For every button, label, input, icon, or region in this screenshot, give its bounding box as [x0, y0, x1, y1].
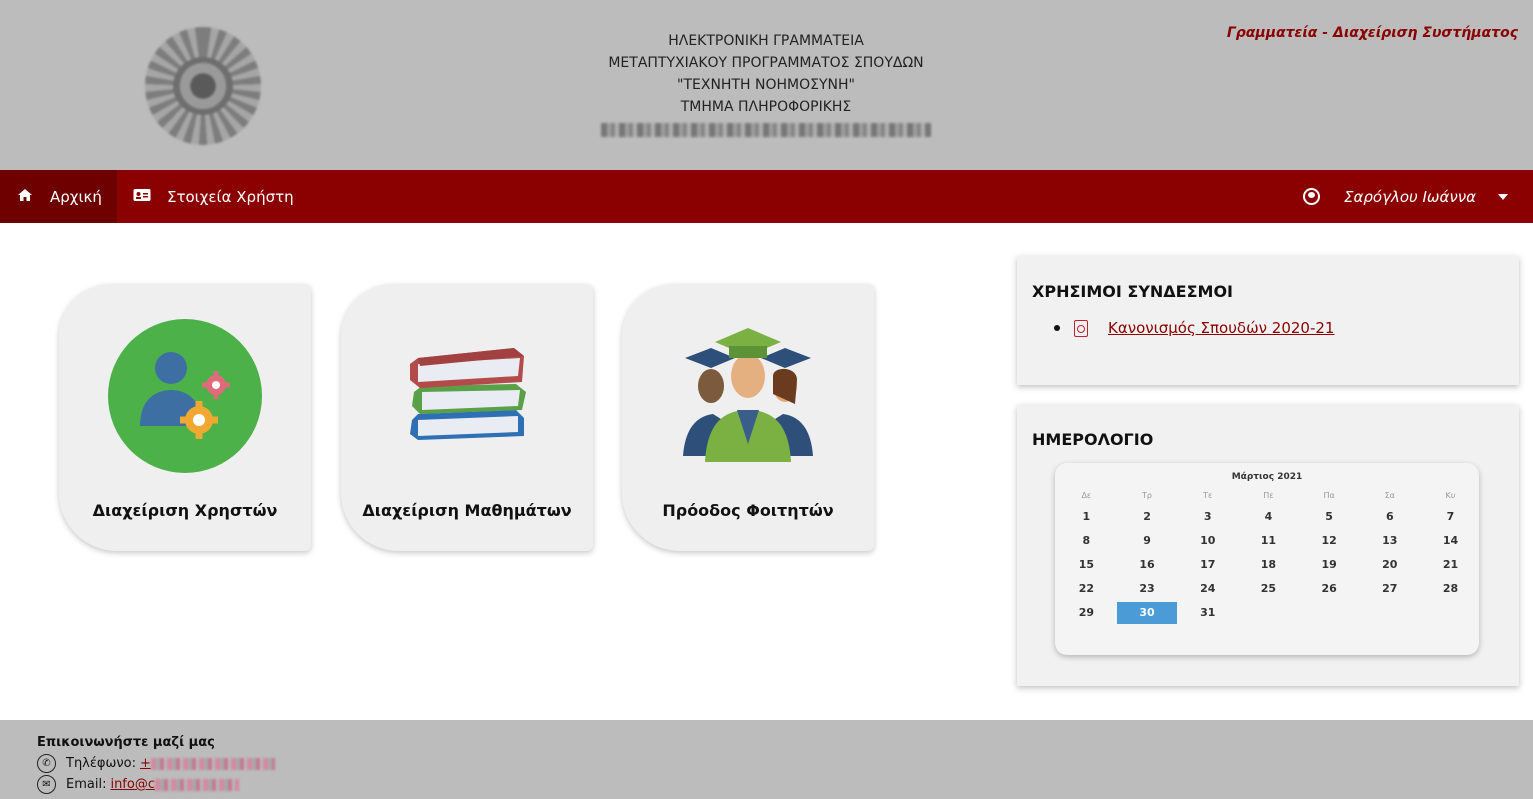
weekday-label: Τε	[1203, 491, 1213, 500]
calendar-week: 29 30 31	[1056, 602, 1481, 624]
email-prefix: info@c	[110, 777, 155, 792]
calendar-day[interactable]: 24	[1177, 578, 1238, 600]
system-title: Γραμματεία - Διαχείριση Συστήματος	[1226, 25, 1518, 41]
calendar-day[interactable]: 13	[1359, 530, 1420, 552]
calendar-day[interactable]: 15	[1056, 554, 1117, 576]
calendar-day[interactable]: 5	[1299, 506, 1360, 528]
nav-home[interactable]: Αρχική	[0, 170, 117, 223]
envelope-icon: ✉	[37, 775, 56, 794]
weekday-label: Κυ	[1445, 491, 1456, 500]
home-icon	[16, 188, 34, 206]
calendar-day[interactable]: 23	[1117, 578, 1178, 600]
calendar-day[interactable]: 10	[1177, 530, 1238, 552]
card-student-progress[interactable]: Πρόοδος Φοιτητών	[622, 284, 874, 551]
phone-link[interactable]: +	[140, 756, 275, 771]
weekday-label: Σα	[1384, 491, 1395, 500]
card-label: Διαχείριση Μαθημάτων	[362, 501, 572, 520]
calendar-day[interactable]: 9	[1117, 530, 1178, 552]
books-icon	[410, 348, 526, 440]
calendar-month: Μάρτιος 2021	[1231, 472, 1303, 482]
header-line-5-redacted	[566, 118, 966, 144]
calendar-day[interactable]: 30	[1116, 602, 1178, 624]
weekday-label: Πε	[1263, 491, 1274, 500]
calendar-week: 8 9 10 11 12 13 14	[1056, 530, 1481, 552]
calendar-day[interactable]: 25	[1238, 578, 1299, 600]
email-label: Email:	[66, 777, 107, 792]
calendar-widget: Μάρτιος 2021 Δε Τρ Τε Πε Πα Σα Κυ 1 2 3 4 5 6 7 8 9 10 1…	[1055, 463, 1479, 655]
weekday-label: Δε	[1081, 491, 1092, 500]
phone-prefix: +	[139, 756, 151, 771]
calendar-week: 15 16 17 18 19 20 21	[1056, 554, 1481, 576]
calendar-day[interactable]: 11	[1238, 530, 1299, 552]
calendar-day[interactable]: 17	[1177, 554, 1238, 576]
calendar-empty-cell	[1238, 602, 1299, 624]
nav-home-label: Αρχική	[50, 187, 102, 206]
calendar-day[interactable]: 27	[1359, 578, 1420, 600]
pdf-file-icon	[1074, 319, 1088, 337]
regulation-link[interactable]: Κανονισμός Σπουδών 2020-21	[1108, 319, 1334, 337]
email-link[interactable]: info@c	[110, 777, 239, 792]
user-menu-dropdown[interactable]: Σαρόγλου Ιωάννα	[1303, 170, 1508, 223]
calendar-day[interactable]: 3	[1177, 506, 1238, 528]
calendar-day[interactable]: 21	[1420, 554, 1481, 576]
calendar-week: 22 23 24 25 26 27 28	[1056, 578, 1481, 600]
card-course-management[interactable]: Διαχείριση Μαθημάτων	[341, 284, 593, 551]
calendar-day[interactable]: 18	[1238, 554, 1299, 576]
calendar-empty-cell	[1299, 602, 1360, 624]
phone-row: ✆ Τηλέφωνο: +	[37, 754, 275, 773]
useful-links-panel: ΧΡΗΣΙΜΟΙ ΣΥΝΔΕΣΜΟΙ Κανονισμός Σπουδών 20…	[1017, 256, 1519, 385]
calendar-day[interactable]: 31	[1177, 602, 1238, 624]
calendar-day[interactable]: 14	[1420, 530, 1481, 552]
contact-title: Επικοινωνήστε μαζί μας	[37, 735, 215, 750]
weekday-label: Τρ	[1142, 491, 1153, 500]
bullet	[1054, 325, 1060, 331]
id-card-icon	[133, 188, 151, 206]
calendar-day[interactable]: 8	[1056, 530, 1117, 552]
calendar-day[interactable]: 19	[1299, 554, 1360, 576]
user-settings-icon	[108, 319, 262, 473]
calendar-day[interactable]: 28	[1420, 578, 1481, 600]
university-logo	[145, 27, 261, 145]
email-row: ✉ Email: info@c	[37, 775, 239, 794]
calendar-empty-cell	[1420, 602, 1481, 624]
caret-down-icon	[1498, 193, 1508, 200]
calendar-day[interactable]: 2	[1117, 506, 1178, 528]
header-title-block: ΗΛΕΚΤΡΟΝΙΚΗ ΓΡΑΜΜΑΤΕΙΑ ΜΕΤΑΠΤΥΧΙΑΚΟΥ ΠΡΟ…	[566, 30, 966, 144]
calendar-day[interactable]: 6	[1359, 506, 1420, 528]
site-header: ΗΛΕΚΤΡΟΝΙΚΗ ΓΡΑΜΜΑΤΕΙΑ ΜΕΤΑΠΤΥΧΙΑΚΟΥ ΠΡΟ…	[0, 0, 1533, 170]
calendar-panel: ΗΜΕΡΟΛΟΓΙΟ Μάρτιος 2021 Δε Τρ Τε Πε Πα Σα Κυ 1…	[1017, 405, 1519, 686]
header-line-3: "ΤΕΧΝΗΤΗ ΝΟΗΜΟΣΥΝΗ"	[677, 77, 855, 93]
header-line-1: ΗΛΕΚΤΡΟΝΙΚΗ ΓΡΑΜΜΑΤΕΙΑ	[668, 33, 864, 49]
graduates-icon	[683, 328, 813, 462]
calendar-day[interactable]: 12	[1299, 530, 1360, 552]
nav-user-details[interactable]: Στοιχεία Χρήστη	[117, 170, 294, 223]
list-item: Κανονισμός Σπουδών 2020-21	[1054, 319, 1334, 337]
calendar-day[interactable]: 26	[1299, 578, 1360, 600]
header-line-2: ΜΕΤΑΠΤΥΧΙΑΚΟΥ ΠΡΟΓΡΑΜΜΑΤΟΣ ΣΠΟΥΔΩΝ	[608, 55, 924, 71]
calendar-weekdays: Δε Τρ Τε Πε Πα Σα Κυ	[1056, 491, 1481, 500]
weekday-label: Πα	[1323, 491, 1335, 500]
user-circle-icon	[1303, 188, 1321, 205]
card-label: Διαχείριση Χρηστών	[92, 501, 278, 520]
user-name: Σαρόγλου Ιωάννα	[1344, 187, 1476, 206]
calendar-day[interactable]: 1	[1056, 506, 1117, 528]
calendar-day[interactable]: 29	[1056, 602, 1117, 624]
card-user-management[interactable]: Διαχείριση Χρηστών	[59, 284, 311, 551]
calendar-day[interactable]: 4	[1238, 506, 1299, 528]
useful-links-title: ΧΡΗΣΙΜΟΙ ΣΥΝΔΕΣΜΟΙ	[1032, 282, 1234, 301]
calendar-day[interactable]: 16	[1117, 554, 1178, 576]
calendar-title: ΗΜΕΡΟΛΟΓΙΟ	[1032, 430, 1154, 449]
phone-icon: ✆	[37, 754, 56, 773]
site-footer: Επικοινωνήστε μαζί μας ✆ Τηλέφωνο: + ✉ E…	[0, 720, 1533, 799]
phone-label: Τηλέφωνο:	[66, 756, 136, 771]
nav-user-details-label: Στοιχεία Χρήστη	[167, 187, 294, 206]
main-navbar: Αρχική Στοιχεία Χρήστη Σαρόγλου Ιωάννα	[0, 170, 1533, 223]
calendar-week: 1234567	[1056, 506, 1481, 528]
calendar-empty-cell	[1359, 602, 1420, 624]
header-line-4: ΤΜΗΜΑ ΠΛΗΡΟΦΟΡΙΚΗΣ	[680, 99, 852, 115]
calendar-day[interactable]: 22	[1056, 578, 1117, 600]
card-label: Πρόοδος Φοιτητών	[662, 501, 834, 520]
calendar-day[interactable]: 7	[1420, 506, 1481, 528]
calendar-day[interactable]: 20	[1359, 554, 1420, 576]
